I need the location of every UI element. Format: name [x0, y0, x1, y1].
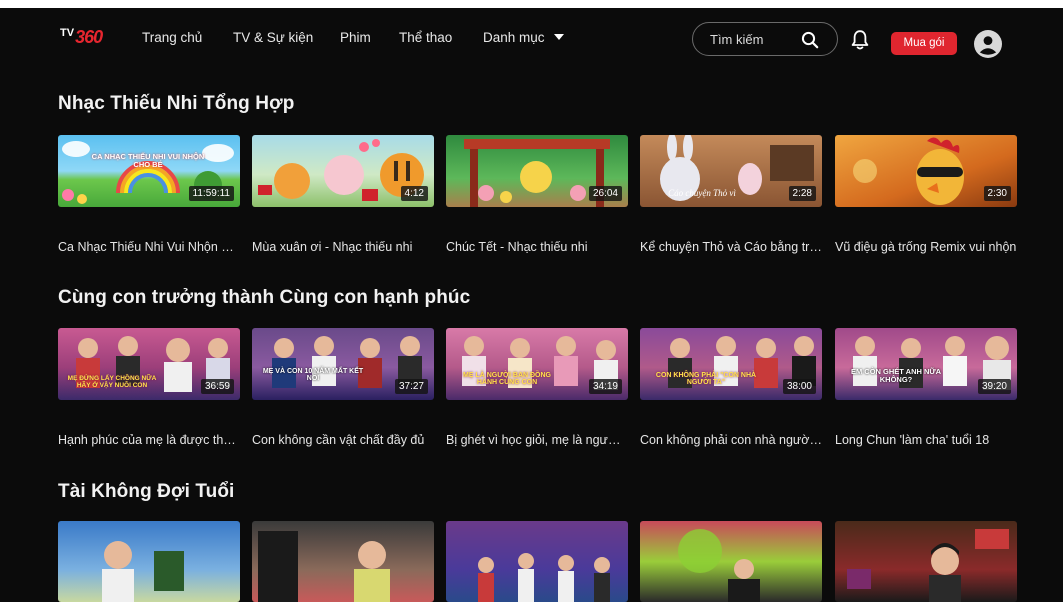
video-thumbnail: 2:30: [835, 135, 1017, 207]
child-singer-icon: [102, 541, 184, 602]
user-avatar-icon[interactable]: [974, 30, 1002, 58]
nav-categories[interactable]: Danh mục: [483, 30, 564, 46]
top-nav-bar: TV 360 Trang chủ TV & Sự kiện Phim Thể t…: [0, 8, 1063, 66]
thumbnail-caption: EM CÒN GHÉT ANH NỮA KHÔNG?: [850, 367, 942, 384]
video-title: Bị ghét vì học giỏi, mẹ là người bạn: [446, 433, 628, 447]
video-title: Kể chuyện Thỏ và Cáo bằng tranh: [640, 240, 822, 254]
video-duration: 11:59:11: [188, 186, 234, 201]
logo-tv-text: TV: [60, 27, 75, 39]
performer-icon: [678, 529, 760, 602]
video-thumbnail: Cáo chuyện Thỏ vì 2:28: [640, 135, 822, 207]
video-thumbnail: [835, 521, 1017, 602]
search-placeholder: Tìm kiếm: [710, 32, 764, 47]
thumbnail-caption: Cáo chuyện Thỏ vì: [668, 188, 736, 198]
video-thumbnail: [252, 521, 434, 602]
video-title: Con không phải con nhà người ta: [640, 433, 822, 447]
section-title-parenting: Cùng con trưởng thành Cùng con hạnh phúc: [58, 287, 471, 308]
nav-tv-events[interactable]: TV & Sự kiện: [233, 30, 313, 46]
app-screen: TV 360 Trang chủ TV & Sự kiện Phim Thể t…: [0, 0, 1063, 602]
thumbnail-caption: CA NHẠC THIẾU NHI VUI NHỘN CHO BÉ: [91, 152, 205, 169]
video-duration: 36:59: [200, 379, 234, 394]
thumbnail-caption: MẸ ĐỨNG LẤY CHỒNG NỮA HÃY Ở VẬY NUÔI CON: [67, 375, 157, 389]
video-title: Con không cần vật chất đầy đủ: [252, 433, 425, 447]
video-thumbnail: MẸ LÀ NGƯỜI BẠN ĐỒNG HÀNH CÙNG CON 34:19: [446, 328, 628, 400]
video-title: Hạnh phúc của mẹ là được thấy con lớn: [58, 433, 240, 447]
video-thumbnail: MẸ VÀ CON 10 NĂM MẤT KẾT NỐI 37:27: [252, 328, 434, 400]
logo-number-text: 360: [75, 26, 103, 47]
video-duration: 4:12: [400, 186, 428, 201]
video-duration: 39:20: [977, 379, 1011, 394]
video-thumbnail: 4:12: [252, 135, 434, 207]
thumbnail-caption: MẸ VÀ CON 10 NĂM MẤT KẾT NỐI: [262, 368, 364, 383]
video-title: Ca Nhạc Thiếu Nhi Vui Nhộn Cho Bé: [58, 240, 240, 254]
woman-contestant-icon: [847, 529, 1009, 602]
video-duration: 2:30: [983, 186, 1011, 201]
video-thumbnail: [640, 521, 822, 602]
bell-icon[interactable]: [850, 29, 870, 51]
presenter-icon: [258, 531, 390, 602]
buy-package-button[interactable]: Mua gói: [891, 32, 957, 55]
nav-sports[interactable]: Thể thao: [399, 30, 452, 46]
section-title-talent: Tài Không Đợi Tuổi: [58, 481, 235, 502]
tv360-logo[interactable]: TV 360: [60, 26, 103, 48]
nav-home[interactable]: Trang chủ: [142, 30, 202, 46]
video-duration: 37:27: [394, 379, 428, 394]
video-thumbnail: MẸ ĐỨNG LẤY CHỒNG NỮA HÃY Ở VẬY NUÔI CON…: [58, 328, 240, 400]
stage-group-icon: [478, 553, 610, 602]
top-band: [0, 0, 1063, 8]
chevron-down-icon: [553, 34, 564, 40]
video-thumbnail: CA NHẠC THIẾU NHI VUI NHỘN CHO BÉ 11:59:…: [58, 135, 240, 207]
nav-categories-label: Danh mục: [483, 30, 545, 45]
search-icon[interactable]: [801, 31, 819, 49]
video-title: Vũ điệu gà trống Remix vui nhộn: [835, 240, 1017, 254]
thumbnail-caption: CON KHÔNG PHẢI "CON NHÀ NGƯỜI TA": [655, 372, 757, 387]
video-duration: 26:04: [588, 186, 622, 201]
video-title: Long Chun 'làm cha' tuổi 18: [835, 433, 990, 447]
video-duration: 38:00: [782, 379, 816, 394]
nav-movies[interactable]: Phim: [340, 30, 371, 46]
video-thumbnail: CON KHÔNG PHẢI "CON NHÀ NGƯỜI TA" 38:00: [640, 328, 822, 400]
video-duration: 2:28: [788, 186, 816, 201]
video-thumbnail: [446, 521, 628, 602]
video-thumbnail: EM CÒN GHÉT ANH NỮA KHÔNG? 39:20: [835, 328, 1017, 400]
video-title: Mùa xuân ơi - Nhạc thiếu nhi: [252, 240, 413, 254]
search-box[interactable]: Tìm kiếm: [692, 22, 838, 56]
section-title-kids-music: Nhạc Thiếu Nhi Tổng Hợp: [58, 93, 295, 114]
video-thumbnail: 26:04: [446, 135, 628, 207]
video-thumbnail: [58, 521, 240, 602]
video-title: Chúc Tết - Nhạc thiếu nhi: [446, 240, 588, 254]
video-duration: 34:19: [588, 379, 622, 394]
thumbnail-caption: MẸ LÀ NGƯỜI BẠN ĐỒNG HÀNH CÙNG CON: [463, 372, 551, 387]
